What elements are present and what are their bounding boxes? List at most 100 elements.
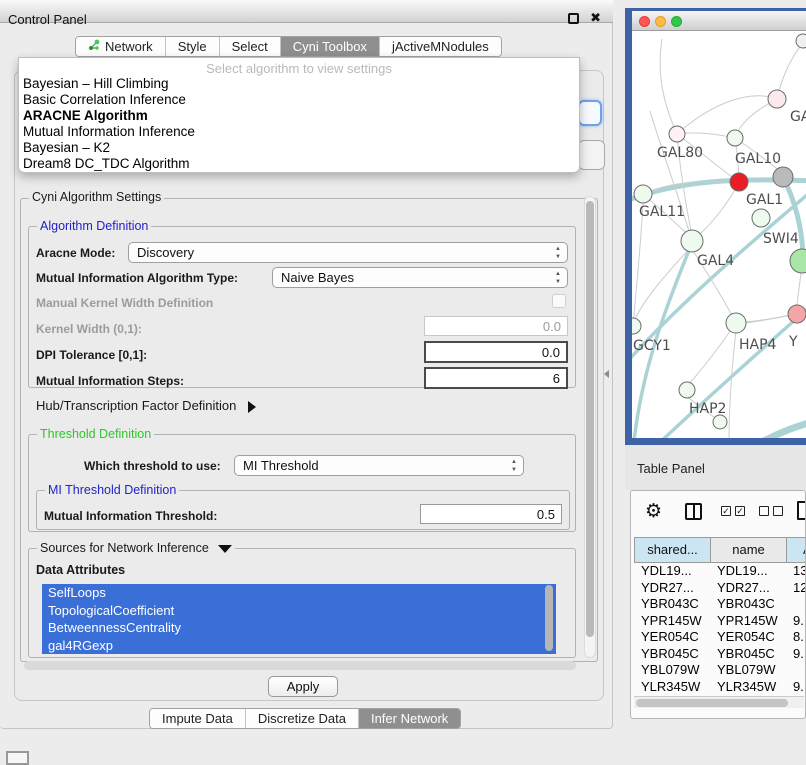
network-canvas[interactable]: GAL GAL80 GAL10 GAL1 GAL11 SWI4 GAL4 GCY… bbox=[632, 31, 806, 438]
algo-item-mutual-information[interactable]: Mutual Information Inference bbox=[19, 124, 579, 140]
checked-checkbox-icon-2[interactable]: ✓ bbox=[735, 506, 745, 516]
algo-item-bayesian-k2[interactable]: Bayesian – K2 bbox=[19, 140, 579, 156]
algo-item-bayesian-hill[interactable]: Bayesian – Hill Climbing bbox=[19, 76, 579, 92]
mi-type-combo[interactable]: Naive Bayes ▲▼ bbox=[272, 267, 568, 288]
combo-value: Discovery bbox=[137, 245, 194, 260]
checked-checkbox-icon-1[interactable]: ✓ bbox=[721, 506, 731, 516]
mi-steps-field[interactable]: 6 bbox=[424, 367, 568, 389]
node-swi4[interactable] bbox=[752, 209, 770, 227]
cell-name: YBR043C bbox=[710, 596, 786, 613]
gear-icon[interactable]: ⚙ bbox=[645, 500, 662, 523]
node-gal1-red[interactable] bbox=[730, 173, 748, 191]
node-green-right[interactable] bbox=[790, 249, 806, 273]
cell-value bbox=[786, 662, 806, 679]
node-gcy1[interactable] bbox=[632, 318, 641, 334]
tab-label: Select bbox=[232, 39, 268, 54]
algo-item-aracne[interactable]: ARACNE Algorithm bbox=[19, 108, 579, 124]
table-row[interactable]: YBR045CYBR045C9. bbox=[634, 646, 806, 663]
document-icon[interactable] bbox=[797, 501, 806, 520]
inference-algorithm-combo-fragment[interactable] bbox=[578, 100, 602, 126]
sources-title: Sources for Network Inference bbox=[40, 541, 209, 555]
cell-name: YBR045C bbox=[710, 646, 786, 663]
cell-shared: YPR145W bbox=[634, 613, 710, 630]
kernel-width-label: Kernel Width (0,1): bbox=[36, 322, 142, 336]
network-graph: GAL GAL80 GAL10 GAL1 GAL11 SWI4 GAL4 GCY… bbox=[632, 31, 806, 438]
cell-value: 13 bbox=[786, 563, 806, 580]
tab-cyni-toolbox[interactable]: Cyni Toolbox bbox=[281, 37, 380, 56]
splitter-collapse-icon[interactable] bbox=[604, 370, 609, 378]
attr-item-gal4rgexp[interactable]: gal4RGexp bbox=[42, 637, 556, 655]
dpi-tolerance-field[interactable]: 0.0 bbox=[424, 341, 568, 363]
hidden-combo-fragment[interactable] bbox=[578, 140, 605, 170]
node-gal4[interactable] bbox=[681, 230, 703, 252]
node-partial-top[interactable] bbox=[796, 34, 806, 48]
table-panel-header: Table Panel bbox=[625, 445, 806, 490]
table-row[interactable]: YDR27...YDR27...12 bbox=[634, 580, 806, 597]
tab-select[interactable]: Select bbox=[220, 37, 281, 56]
table-row[interactable]: YLR345WYLR345W9. bbox=[634, 679, 806, 696]
algorithm-dropdown-list: Select algorithm to view settings Bayesi… bbox=[18, 57, 580, 173]
attributes-scrollbar[interactable] bbox=[545, 585, 553, 651]
manual-kernel-checkbox[interactable] bbox=[552, 294, 566, 308]
settings-horizontal-scrollbar[interactable] bbox=[24, 661, 576, 670]
close-icon[interactable]: ✖ bbox=[590, 10, 601, 26]
unchecked-checkbox-icon-1[interactable] bbox=[759, 506, 769, 516]
tab-discretize-data[interactable]: Discretize Data bbox=[246, 709, 359, 728]
tab-infer-network[interactable]: Infer Network bbox=[359, 709, 460, 728]
node-bottom-small[interactable] bbox=[713, 415, 727, 429]
which-threshold-combo[interactable]: MI Threshold ▲▼ bbox=[234, 455, 524, 476]
node-hap4[interactable] bbox=[726, 313, 746, 333]
tab-style[interactable]: Style bbox=[166, 37, 220, 56]
cell-shared: YER054C bbox=[634, 629, 710, 646]
hub-section-toggle[interactable]: Hub/Transcription Factor Definition bbox=[36, 398, 256, 413]
table-row[interactable]: YPR145WYPR145W9. bbox=[634, 613, 806, 630]
node-gal10[interactable] bbox=[727, 130, 743, 146]
panel-title: Control Panel bbox=[8, 12, 87, 27]
combo-value: MI Threshold bbox=[243, 458, 319, 473]
node-gray[interactable] bbox=[773, 167, 793, 187]
data-attributes-list: SelfLoops TopologicalCoefficient Between… bbox=[42, 584, 556, 654]
attr-item-selfloops[interactable]: SelfLoops bbox=[42, 584, 556, 602]
float-window-icon[interactable] bbox=[568, 13, 579, 24]
bottom-left-panel-icon[interactable] bbox=[6, 751, 29, 765]
node-gal80[interactable] bbox=[669, 126, 685, 142]
sources-title-toggle[interactable]: Sources for Network Inference bbox=[37, 541, 235, 555]
group-title: Cyni Algorithm Settings bbox=[29, 190, 164, 204]
column-header-name[interactable]: name bbox=[711, 537, 787, 563]
tab-jactivemnodules[interactable]: jActiveMNodules bbox=[380, 37, 501, 56]
table-row[interactable]: YBR043CYBR043C bbox=[634, 596, 806, 613]
aracne-mode-combo[interactable]: Discovery ▲▼ bbox=[128, 242, 568, 263]
table-row[interactable]: YBL079WYBL079W bbox=[634, 662, 806, 679]
dpi-tolerance-label: DPI Tolerance [0,1]: bbox=[36, 348, 147, 362]
attr-item-betweennesscentrality[interactable]: BetweennessCentrality bbox=[42, 619, 556, 637]
mi-threshold-field[interactable]: 0.5 bbox=[420, 504, 562, 524]
node-gal11[interactable] bbox=[634, 185, 652, 203]
scrollbar-thumb[interactable] bbox=[586, 201, 594, 637]
column-header-partial[interactable]: A bbox=[787, 537, 806, 563]
node-gal-partial[interactable] bbox=[768, 90, 786, 108]
zoom-traffic-icon[interactable] bbox=[671, 16, 682, 27]
kernel-width-field[interactable]: 0.0 bbox=[424, 316, 568, 336]
algo-item-basic-correlation[interactable]: Basic Correlation Inference bbox=[19, 92, 579, 108]
column-header-shared[interactable]: shared... bbox=[634, 537, 711, 563]
settings-vertical-scrollbar[interactable] bbox=[584, 196, 596, 658]
attr-item-topologicalcoefficient[interactable]: TopologicalCoefficient bbox=[42, 602, 556, 620]
split-columns-icon[interactable] bbox=[685, 503, 702, 520]
tab-label: Network bbox=[105, 39, 153, 54]
table-horizontal-scrollbar[interactable] bbox=[634, 696, 804, 708]
tab-impute-data[interactable]: Impute Data bbox=[150, 709, 246, 728]
scrollbar-thumb[interactable] bbox=[636, 699, 788, 707]
table-row[interactable]: YER054CYER054C8. bbox=[634, 629, 806, 646]
cell-value: 8. bbox=[786, 629, 806, 646]
node-label-gal80: GAL80 bbox=[657, 145, 703, 161]
algo-item-dream8[interactable]: Dream8 DC_TDC Algorithm bbox=[19, 156, 579, 172]
node-hap2[interactable] bbox=[679, 382, 695, 398]
apply-button[interactable]: Apply bbox=[268, 676, 338, 697]
close-traffic-icon[interactable] bbox=[639, 16, 650, 27]
tab-network[interactable]: Network bbox=[76, 37, 166, 56]
unchecked-checkbox-icon-2[interactable] bbox=[773, 506, 783, 516]
table-row[interactable]: YDL19...YDL19...13 bbox=[634, 563, 806, 580]
node-salmon[interactable] bbox=[788, 305, 806, 323]
minimize-traffic-icon[interactable] bbox=[655, 16, 666, 27]
network-titlebar[interactable] bbox=[632, 11, 806, 31]
